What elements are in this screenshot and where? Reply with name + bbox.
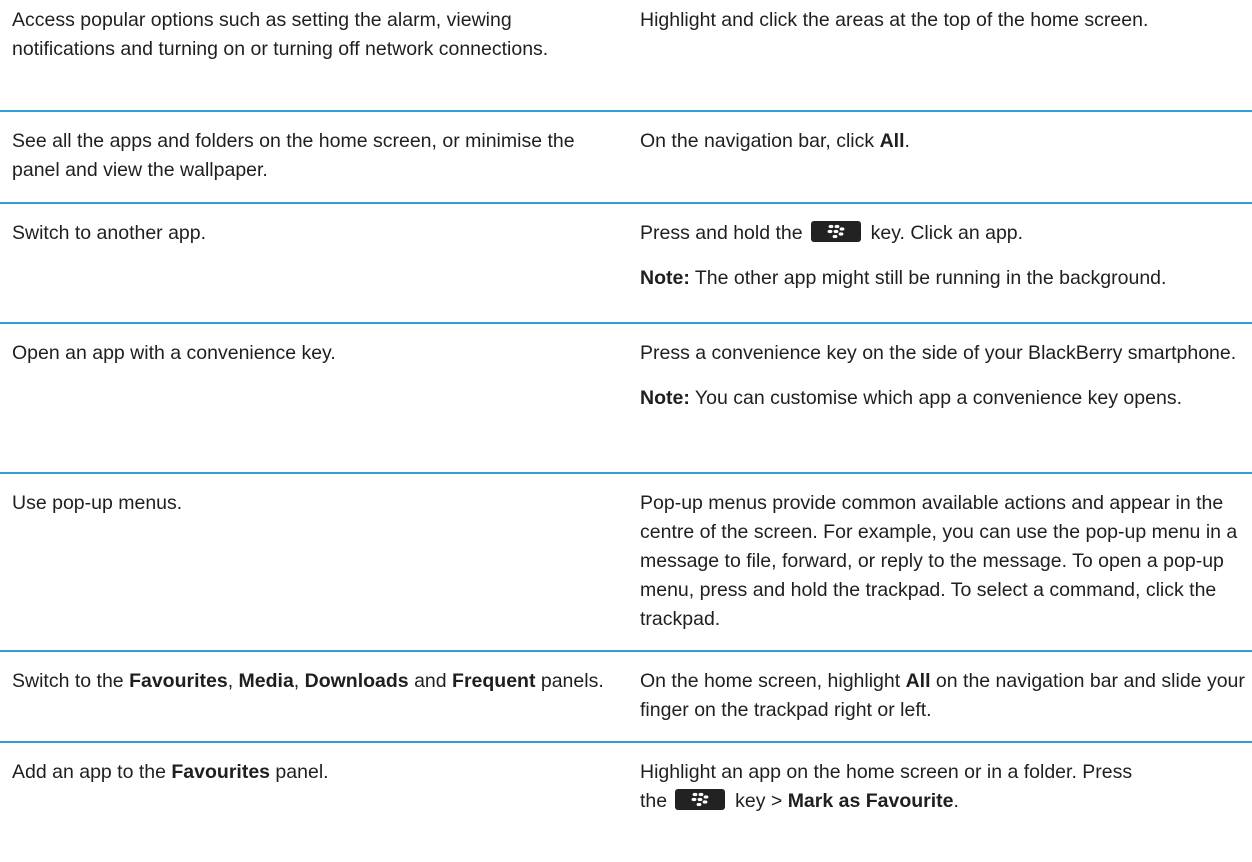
action-text: Highlight and click the areas at the top… bbox=[640, 9, 1149, 31]
row-divider bbox=[0, 650, 1252, 652]
blackberry-menu-key-icon bbox=[675, 789, 726, 810]
task-cell: See all the apps and folders on the home… bbox=[12, 127, 612, 185]
action-text: Pop-up menus provide common available ac… bbox=[640, 492, 1238, 630]
row-divider bbox=[0, 472, 1252, 474]
task-text: Switch to another app. bbox=[12, 222, 207, 244]
task-text: Switch to the Favourites, Media, Downloa… bbox=[12, 670, 604, 692]
row-divider bbox=[0, 322, 1252, 324]
task-text: Open an app with a convenience key. bbox=[12, 342, 336, 364]
row-divider bbox=[0, 202, 1252, 204]
action-cell: Press and hold the key. Click an app. Not… bbox=[640, 219, 1245, 293]
action-text: On the navigation bar, click All. bbox=[640, 130, 910, 152]
row-divider bbox=[0, 741, 1252, 743]
note-text: Note: The other app might still be runni… bbox=[640, 267, 1167, 289]
task-cell: Access popular options such as setting t… bbox=[12, 6, 612, 64]
action-cell: Highlight an app on the home screen or i… bbox=[640, 758, 1245, 816]
task-text: See all the apps and folders on the home… bbox=[12, 130, 575, 181]
bold-term: All bbox=[879, 130, 905, 152]
action-cell: On the navigation bar, click All. bbox=[640, 127, 1245, 156]
action-text: Highlight an app on the home screen or i… bbox=[640, 761, 1133, 812]
task-text: Add an app to the Favourites panel. bbox=[12, 761, 329, 783]
blackberry-menu-key-icon bbox=[810, 221, 861, 242]
task-text: Use pop-up menus. bbox=[12, 492, 183, 514]
note-label: Note: bbox=[640, 387, 690, 409]
action-text: On the home screen, highlight All on the… bbox=[640, 670, 1245, 721]
task-text: Access popular options such as setting t… bbox=[12, 9, 549, 60]
bold-term: Mark as Favourite bbox=[787, 790, 954, 812]
row-divider bbox=[0, 110, 1252, 112]
task-cell: Add an app to the Favourites panel. bbox=[12, 758, 612, 787]
task-cell: Open an app with a convenience key. bbox=[12, 339, 612, 368]
action-cell: Highlight and click the areas at the top… bbox=[640, 6, 1245, 35]
task-cell: Use pop-up menus. bbox=[12, 489, 612, 518]
action-text: Press a convenience key on the side of y… bbox=[640, 342, 1237, 364]
task-cell: Switch to another app. bbox=[12, 219, 612, 248]
action-cell: Pop-up menus provide common available ac… bbox=[640, 489, 1245, 634]
note-label: Note: bbox=[640, 267, 690, 289]
bold-term: All bbox=[905, 670, 931, 692]
action-text: Press and hold the key. Click an app. bbox=[640, 221, 1024, 244]
action-cell: Press a convenience key on the side of y… bbox=[640, 339, 1245, 413]
note-text: Note: You can customise which app a conv… bbox=[640, 387, 1182, 409]
task-cell: Switch to the Favourites, Media, Downloa… bbox=[12, 667, 612, 696]
action-cell: On the home screen, highlight All on the… bbox=[640, 667, 1245, 725]
